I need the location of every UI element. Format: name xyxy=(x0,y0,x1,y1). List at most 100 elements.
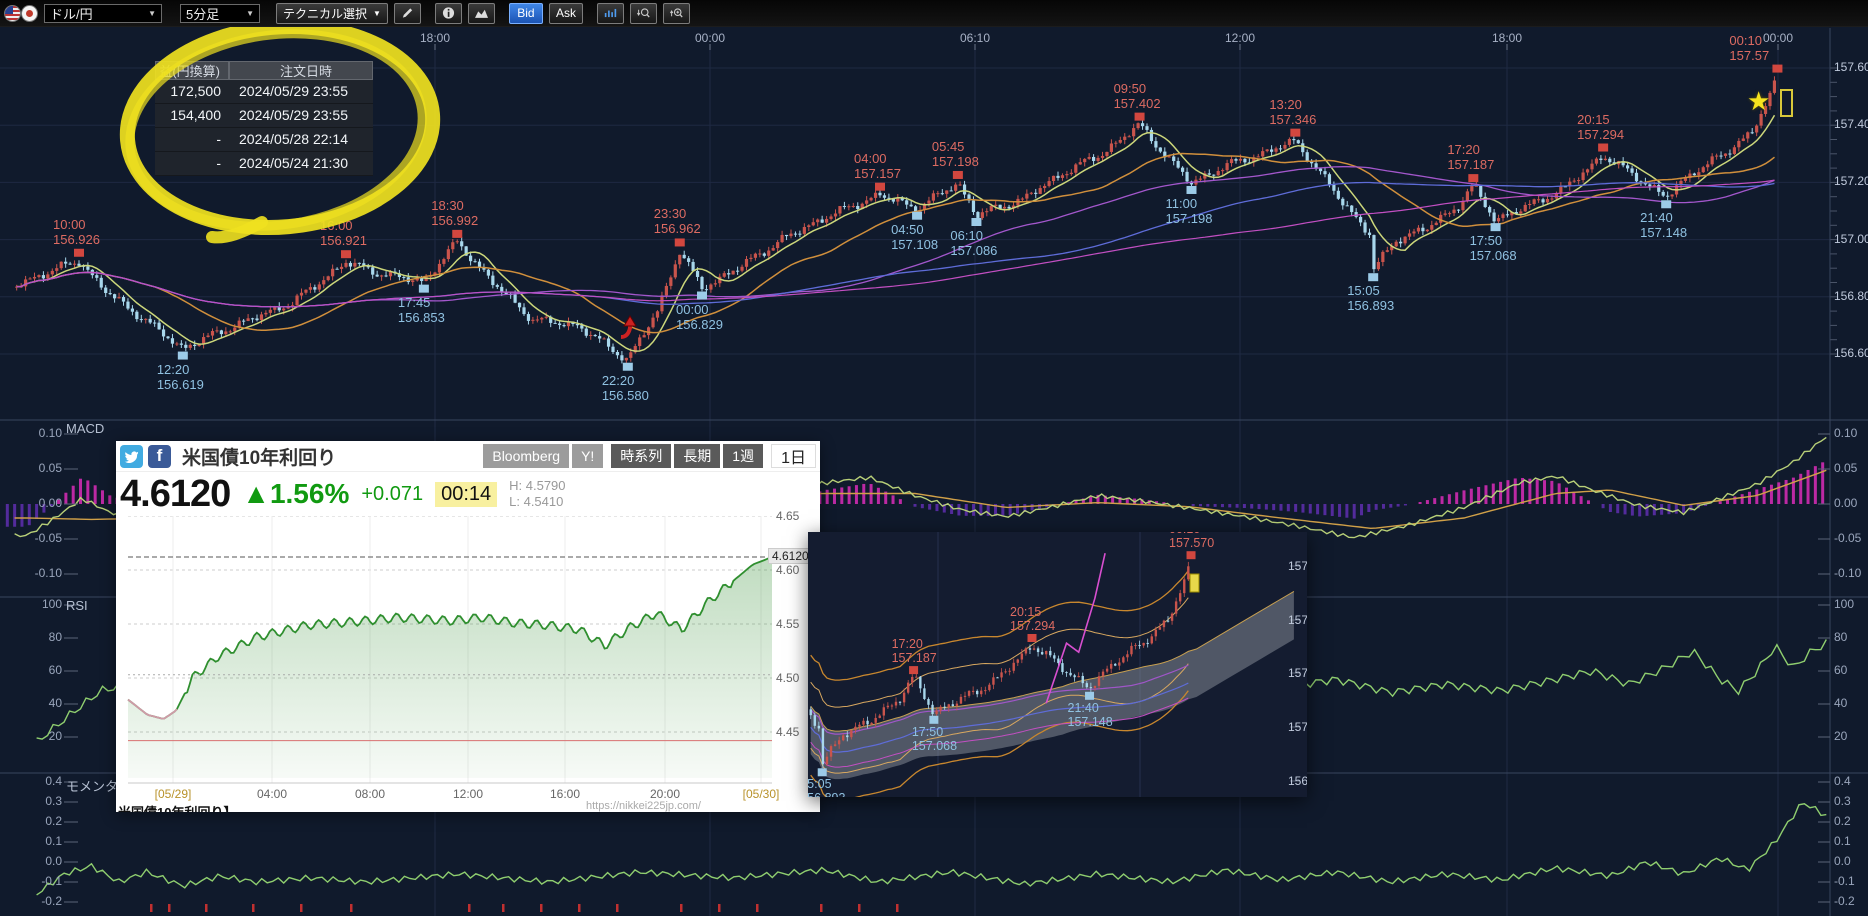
price-axis-label: 156.60 xyxy=(1834,346,1868,360)
order-datetime: 2024/05/24 21:30 xyxy=(229,152,373,175)
chevron-down-icon: ▼ xyxy=(373,9,381,18)
bid-button[interactable]: Bid xyxy=(509,3,543,24)
tab-1日[interactable]: 1日 xyxy=(771,444,816,468)
table-row[interactable]: -2024/05/28 22:14 xyxy=(155,128,373,152)
widget-footer-caption: 米国債10年利回り】 xyxy=(118,802,236,812)
swing-annotation: 22:20156.580 xyxy=(602,373,649,403)
yield-value: 4.6120 xyxy=(120,473,230,516)
star-marker-icon: ★ xyxy=(1747,86,1770,117)
bond-yield-widget[interactable]: f 米国債10年利回り BloombergY! 時系列長期1週1日 4.6120… xyxy=(116,441,820,812)
swing-annotation: 09:50157.402 xyxy=(1114,81,1161,111)
bond-x-label: 16:00 xyxy=(535,787,595,801)
order-profit: 154,400 xyxy=(155,104,229,127)
orders-col-datetime: 注文日時 xyxy=(229,61,373,80)
info-button[interactable] xyxy=(435,3,462,24)
macd-tick: 0.10 xyxy=(20,426,62,440)
macd-tick: 0.00 xyxy=(1834,496,1857,510)
order-profit: 172,500 xyxy=(155,80,229,103)
indicator-window-button[interactable] xyxy=(597,3,624,24)
rsi-panel-label: RSI xyxy=(66,598,88,613)
bond-axis-label: 4.55 xyxy=(776,617,799,631)
chevron-down-icon: ▼ xyxy=(148,9,156,18)
rsi-tick: 100 xyxy=(1834,597,1854,611)
tab-1週[interactable]: 1週 xyxy=(723,444,763,468)
momentum-tick: 0.0 xyxy=(20,854,62,868)
swing-annotation: 18:30156.992 xyxy=(431,198,478,228)
macd-tick: 0.00 xyxy=(20,496,62,510)
low-value: L: 4.5410 xyxy=(509,494,563,509)
mini-axis-label: 157. xyxy=(1288,613,1307,627)
macd-tick: 0.05 xyxy=(1834,461,1857,475)
order-profit: - xyxy=(155,128,229,151)
trading-app-window: ドル/円 ▼ 5分足 ▼ テクニカル選択 ▼ Bid Ask xyxy=(0,0,1868,916)
price-axis-label: 157.40 xyxy=(1834,117,1868,131)
japan-flag-icon xyxy=(21,5,38,22)
macd-tick: 0.05 xyxy=(20,461,62,475)
zoom-out-button[interactable] xyxy=(630,3,657,24)
swing-annotation: 20:15157.294 xyxy=(1577,112,1624,142)
high-value: H: 4.5790 xyxy=(509,478,565,493)
momentum-tick: -0.1 xyxy=(1834,874,1855,888)
order-datetime: 2024/05/28 22:14 xyxy=(229,128,373,151)
draw-pencil-button[interactable] xyxy=(394,3,421,24)
indicator-chart-icon xyxy=(604,7,617,19)
currency-pair-select[interactable]: ドル/円 ▼ xyxy=(44,4,162,23)
rsi-tick: 60 xyxy=(1834,663,1847,677)
source-button-bloomberg[interactable]: Bloomberg xyxy=(483,444,569,468)
area-chart-icon xyxy=(475,7,488,19)
order-datetime: 2024/05/29 23:55 xyxy=(229,104,373,127)
tab-長期[interactable]: 長期 xyxy=(674,444,720,468)
price-axis-label: 156.80 xyxy=(1834,289,1868,303)
ask-label: Ask xyxy=(556,6,576,20)
mini-swing-annotation: 21:40157.148 xyxy=(1068,701,1113,729)
time-axis-label: 12:00 xyxy=(1210,31,1270,45)
bid-label: Bid xyxy=(517,6,534,20)
momentum-tick: -0.2 xyxy=(20,894,62,908)
mini-swing-annotation: 15:05156.893 xyxy=(808,777,845,797)
table-row[interactable]: 172,5002024/05/29 23:55 xyxy=(155,80,373,104)
timeframe-select[interactable]: 5分足 ▼ xyxy=(180,4,260,23)
widget-source-buttons: BloombergY! xyxy=(480,444,603,468)
macd-tick: -0.10 xyxy=(20,566,62,580)
swing-annotation: 11:00157.198 xyxy=(1166,196,1213,226)
facebook-icon[interactable]: f xyxy=(148,445,171,468)
mini-axis-label: 157. xyxy=(1288,720,1307,734)
ask-button[interactable]: Ask xyxy=(549,3,583,24)
source-button-y[interactable]: Y! xyxy=(572,444,603,468)
technical-select-button[interactable]: テクニカル選択 ▼ xyxy=(276,3,388,24)
table-row[interactable]: -2024/05/24 21:30 xyxy=(155,152,373,176)
rsi-tick: 20 xyxy=(1834,729,1847,743)
timeframe-label: 5分足 xyxy=(186,4,219,23)
momentum-tick: 0.3 xyxy=(20,794,62,808)
orders-table-header: 益(円換算)注文日時 xyxy=(155,61,373,80)
mini-chart-window[interactable]: 15:05156.89317:20157.18717:50157.06820:1… xyxy=(808,532,1307,797)
swing-annotation: 21:40157.148 xyxy=(1640,210,1687,240)
current-yield-tag: 4.6120 xyxy=(768,548,813,564)
swing-annotation: 17:45156.853 xyxy=(398,295,445,325)
rsi-tick: 60 xyxy=(20,663,62,677)
pencil-icon xyxy=(401,6,414,20)
macd-tick: -0.10 xyxy=(1834,566,1861,580)
orders-col-profit: 益(円換算) xyxy=(155,61,229,80)
yield-change-percent: ▲1.56% xyxy=(242,478,349,510)
chart-type-button[interactable] xyxy=(468,3,495,24)
price-axis-label: 157.60 xyxy=(1834,60,1868,74)
swing-annotation: 00:00156.829 xyxy=(676,302,723,332)
order-profit: - xyxy=(155,152,229,175)
momentum-tick: 0.2 xyxy=(1834,814,1851,828)
facebook-f: f xyxy=(157,446,163,466)
widget-quote-row: 4.6120 ▲1.56% +0.071 00:14 H: 4.5790 L: … xyxy=(116,472,820,516)
mini-axis-label: 157. xyxy=(1288,559,1307,573)
swing-annotation: 04:50157.108 xyxy=(891,222,938,252)
twitter-icon[interactable] xyxy=(120,445,143,468)
momentum-tick: 0.1 xyxy=(20,834,62,848)
table-row[interactable]: 154,4002024/05/29 23:55 xyxy=(155,104,373,128)
zoom-in-button[interactable] xyxy=(663,3,690,24)
swing-annotation: 04:00157.157 xyxy=(854,151,901,181)
bond-x-label: 04:00 xyxy=(242,787,302,801)
order-datetime: 2024/05/29 23:55 xyxy=(229,80,373,103)
tab-時系列[interactable]: 時系列 xyxy=(611,444,671,468)
macd-tick: -0.05 xyxy=(20,531,62,545)
mini-chart-canvas[interactable] xyxy=(808,532,1307,797)
time-axis-label: 00:00 xyxy=(680,31,740,45)
